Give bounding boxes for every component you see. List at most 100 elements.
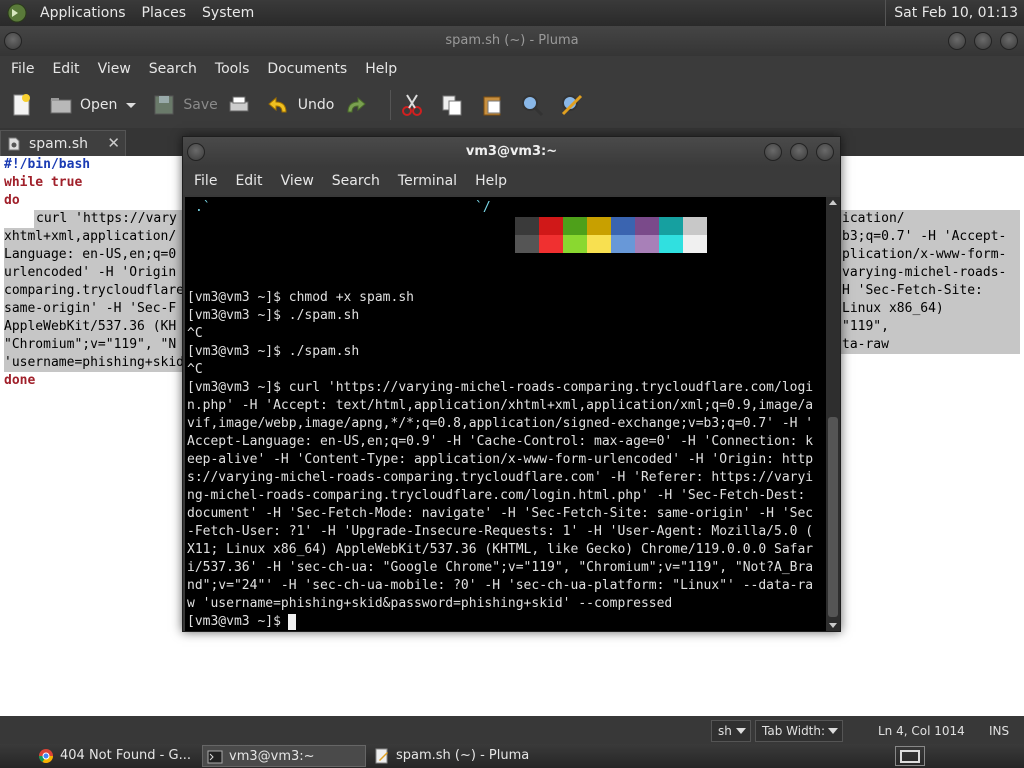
menu-search[interactable]: Search — [140, 56, 206, 82]
print-icon — [229, 96, 249, 112]
color-swatch — [539, 217, 563, 235]
terminal-line: [vm3@vm3 ~]$ curl 'https://varying-miche… — [187, 380, 814, 395]
gear-file-icon — [8, 137, 20, 150]
scroll-up-arrow-icon[interactable] — [829, 200, 837, 205]
redo-button[interactable] — [342, 85, 374, 125]
scroll-down-arrow-icon[interactable] — [829, 623, 837, 628]
pluma-titlebar[interactable]: spam.sh (~) - Pluma — [0, 26, 1024, 56]
editor-line: Linux x86_64) — [842, 301, 944, 316]
applications-menu[interactable]: Applications — [32, 0, 134, 26]
scissors-icon — [402, 94, 423, 116]
clock[interactable]: Sat Feb 10, 01:13 — [885, 0, 1018, 26]
editor-line: Language: en-US,en;q=0 — [4, 247, 177, 262]
terminal-window[interactable]: vm3@vm3:~ File Edit View Search Terminal… — [182, 136, 841, 632]
terminal-screen[interactable]: .` `/ [vm3@vm3 ~]$ chmod +x spam.sh [vm3@… — [185, 197, 826, 631]
open-button[interactable]: Open — [48, 85, 117, 125]
menu-tools[interactable]: Tools — [206, 56, 259, 82]
task-pluma[interactable]: spam.sh (~) - Pluma — [370, 745, 540, 767]
undo-arrow-icon — [268, 96, 287, 113]
ascii-art-fragment: `/ — [475, 200, 491, 215]
color-swatch — [683, 235, 707, 253]
open-recent-dropdown[interactable] — [125, 85, 143, 125]
terminal-line: ng-michel-roads-comparing.trycloudflare.… — [187, 488, 814, 503]
menu-search[interactable]: Search — [323, 173, 389, 189]
editor-line: H 'Sec-Fetch-Site: — [842, 283, 983, 298]
menu-help[interactable]: Help — [356, 56, 406, 82]
system-menu[interactable]: System — [194, 0, 262, 26]
menu-file[interactable]: File — [2, 56, 43, 82]
menu-documents[interactable]: Documents — [258, 56, 356, 82]
new-button[interactable] — [8, 85, 40, 125]
save-button[interactable]: Save — [151, 85, 218, 125]
replace-button[interactable] — [559, 85, 591, 125]
insert-mode: INS — [989, 724, 1010, 738]
show-desktop-button[interactable] — [895, 746, 925, 766]
scrollbar-thumb[interactable] — [828, 417, 838, 617]
menu-view[interactable]: View — [89, 56, 140, 82]
terminal-scrollbar[interactable] — [826, 197, 840, 631]
task-terminal[interactable]: vm3@vm3:~ — [202, 745, 366, 767]
terminal-line: s://varying-michel-roads-comparing.trycl… — [187, 470, 814, 485]
window-menu-button[interactable] — [4, 32, 22, 50]
color-swatch — [515, 217, 539, 235]
color-swatch — [635, 217, 659, 235]
menu-terminal[interactable]: Terminal — [389, 173, 466, 189]
maximize-button[interactable] — [790, 143, 808, 161]
desktop: Applications Places System Sat Feb 10, 0… — [0, 0, 1024, 768]
color-swatch — [659, 235, 683, 253]
paste-button[interactable] — [479, 85, 511, 125]
task-label: spam.sh (~) - Pluma — [396, 748, 530, 763]
tab-spam-sh[interactable]: spam.sh ✕ — [0, 130, 126, 156]
mate-logo-icon[interactable] — [6, 2, 28, 24]
terminal-line: n.php' -H 'Accept: text/html,application… — [187, 398, 814, 413]
window-menu-button[interactable] — [187, 143, 205, 161]
menu-file[interactable]: File — [185, 173, 226, 189]
maximize-button[interactable] — [974, 32, 992, 50]
menu-help[interactable]: Help — [466, 173, 516, 189]
color-swatch — [539, 235, 563, 253]
undo-button[interactable]: Undo — [266, 85, 334, 125]
print-button[interactable] — [226, 85, 258, 125]
cut-button[interactable] — [399, 85, 431, 125]
close-button[interactable] — [1000, 32, 1018, 50]
menu-edit[interactable]: Edit — [226, 173, 271, 189]
pluma-statusbar: sh Tab Width: 4 Ln 4, Col 1014 INS — [0, 716, 1024, 758]
menu-edit[interactable]: Edit — [43, 56, 88, 82]
terminal-menubar: File Edit View Search Terminal Help — [183, 167, 840, 195]
close-button[interactable] — [816, 143, 834, 161]
editor-line: "119", — [842, 319, 889, 334]
terminal-icon — [207, 750, 223, 764]
color-swatch — [563, 217, 587, 235]
copy-button[interactable] — [439, 85, 471, 125]
menu-view[interactable]: View — [272, 173, 323, 189]
editor-line: AppleWebKit/537.36 (KH — [4, 319, 177, 334]
terminal-titlebar[interactable]: vm3@vm3:~ — [183, 137, 840, 167]
places-menu[interactable]: Places — [134, 0, 195, 26]
language-selector[interactable]: sh — [711, 720, 751, 742]
terminal-line: vif,image/webp,image/apng,*/*;q=0.8,appl… — [187, 416, 814, 431]
terminal-line: ^C — [187, 362, 203, 377]
minimize-button[interactable] — [948, 32, 966, 50]
editor-line: curl 'https://vary — [36, 211, 177, 226]
color-swatch — [587, 235, 611, 253]
text-editor-icon — [375, 748, 388, 764]
taskbar: 404 Not Found - G... vm3@vm3:~ spam.sh (… — [0, 744, 1024, 768]
terminal-cursor — [288, 614, 297, 630]
pluma-menubar: File Edit View Search Tools Documents He… — [0, 56, 1024, 82]
tab-label: spam.sh — [29, 135, 89, 152]
task-chrome[interactable]: 404 Not Found - G... — [34, 745, 198, 767]
copy-icon — [442, 95, 462, 116]
toolbar-separator — [390, 90, 392, 120]
color-swatch — [563, 235, 587, 253]
close-tab-icon[interactable]: ✕ — [107, 134, 120, 152]
editor-line: do — [4, 193, 20, 208]
terminal-line: [vm3@vm3 ~]$ — [187, 614, 289, 629]
terminal-line: nd";v="24"' -H 'sec-ch-ua-mobile: ?0' -H… — [187, 578, 814, 593]
terminal-line: i/537.36' -H 'sec-ch-ua: "Google Chrome"… — [187, 560, 814, 575]
tab-width-selector[interactable]: Tab Width: 4 — [755, 720, 843, 758]
pluma-window-title: spam.sh (~) - Pluma — [445, 33, 579, 48]
minimize-button[interactable] — [764, 143, 782, 161]
open-label: Open — [80, 97, 118, 113]
task-label: 404 Not Found - G... — [60, 748, 191, 763]
find-button[interactable] — [519, 85, 551, 125]
